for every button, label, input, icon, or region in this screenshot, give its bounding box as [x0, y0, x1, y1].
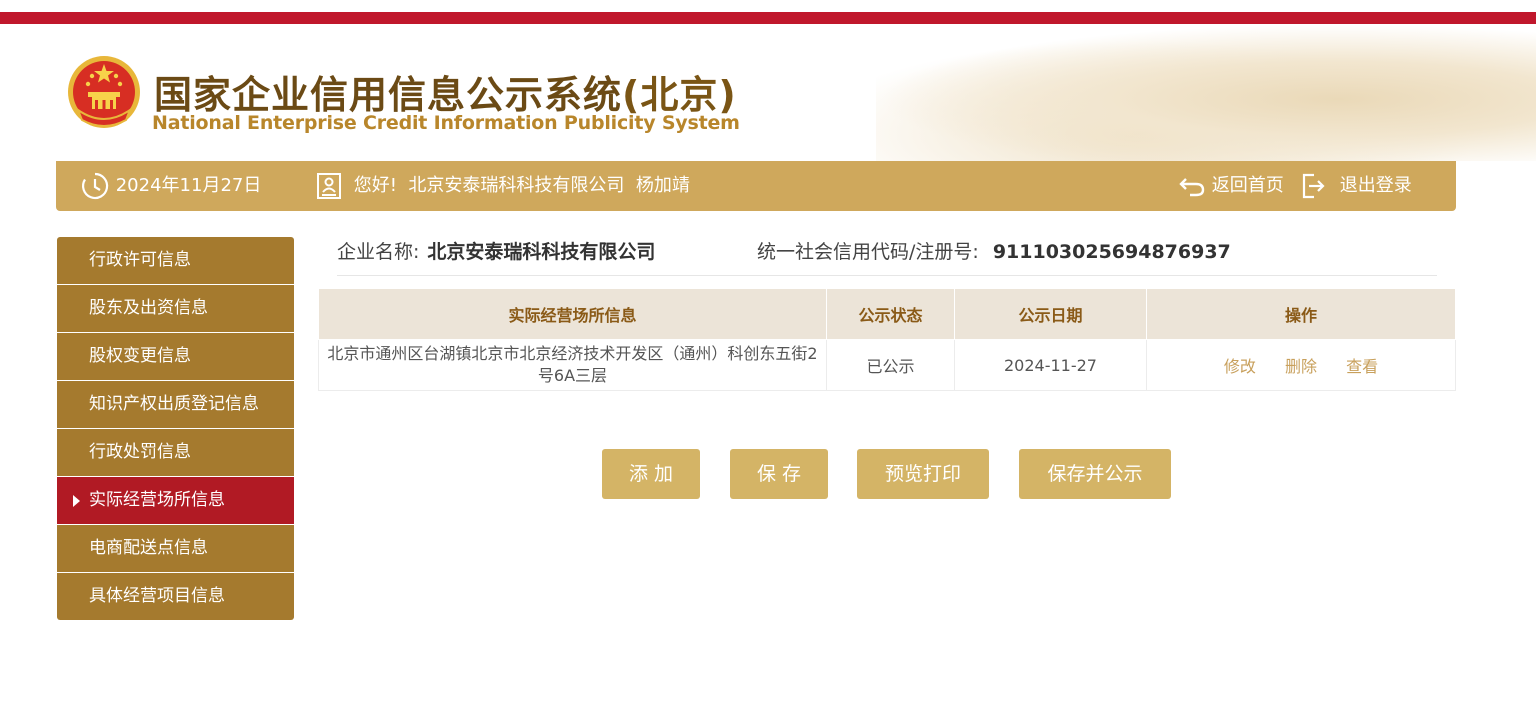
save-and-publish-button[interactable]: 保存并公示	[1019, 449, 1171, 499]
col-header-address: 实际经营场所信息	[318, 288, 827, 340]
add-button[interactable]: 添 加	[602, 449, 700, 499]
premises-table: 实际经营场所信息 公示状态 公示日期 操作 北京市通州区台湖镇北京市北京经济技术…	[318, 288, 1456, 391]
credit-code-field: 统一社会信用代码/注册号: 911103025694876937	[757, 237, 1231, 264]
site-header: 国家企业信用信息公示系统(北京) National Enterprise Cre…	[0, 24, 1536, 161]
clock-icon	[82, 172, 109, 200]
date-text: 2024年11月27日	[115, 175, 262, 196]
home-link-label: 返回首页	[1211, 175, 1284, 196]
col-header-actions: 操作	[1146, 288, 1456, 340]
greeting-text: 您好! 北京安泰瑞科科技有限公司 杨加靖	[353, 175, 690, 196]
credit-code-value: 911103025694876937	[992, 241, 1231, 263]
cell-address: 北京市通州区台湖镇北京市北京经济技术开发区（通州）科创东五街2号6A三层	[318, 339, 827, 391]
preview-print-button[interactable]: 预览打印	[857, 449, 989, 499]
logout-icon	[1302, 173, 1325, 199]
user-card-icon	[317, 173, 341, 199]
col-header-date: 公示日期	[954, 288, 1147, 340]
top-accent-bar	[0, 12, 1536, 24]
sidebar-item-ip-pledge[interactable]: 知识产权出质登记信息	[57, 381, 294, 429]
delete-link[interactable]: 删除	[1285, 357, 1317, 376]
table-row: 北京市通州区台湖镇北京市北京经济技术开发区（通州）科创东五街2号6A三层 已公示…	[318, 339, 1456, 391]
sidebar-item-business-premises[interactable]: 实际经营场所信息	[57, 477, 294, 525]
edit-link[interactable]: 修改	[1224, 357, 1256, 376]
sidebar-item-admin-license[interactable]: 行政许可信息	[57, 237, 294, 285]
cell-status: 已公示	[826, 339, 955, 391]
return-icon	[1179, 178, 1205, 197]
sidebar-item-shareholders[interactable]: 股东及出资信息	[57, 285, 294, 333]
cell-date: 2024-11-27	[954, 339, 1147, 391]
sidebar-item-equity-change[interactable]: 股权变更信息	[57, 333, 294, 381]
mountain-decoration	[876, 24, 1536, 161]
company-name-label: 企业名称:	[337, 241, 420, 263]
active-arrow-icon	[73, 495, 80, 507]
logout-link[interactable]: 退出登录	[1300, 161, 1412, 211]
sidebar-item-ecommerce-delivery[interactable]: 电商配送点信息	[57, 525, 294, 573]
sidebar-item-admin-penalty[interactable]: 行政处罚信息	[57, 429, 294, 477]
national-emblem-icon	[68, 56, 140, 128]
info-bar: 2024年11月27日 您好! 北京安泰瑞科科技有限公司 杨加靖 返回首页 退出…	[56, 161, 1456, 211]
company-info: 企业名称: 北京安泰瑞科科技有限公司 统一社会信用代码/注册号: 911103025…	[337, 237, 1437, 276]
table-header-row: 实际经营场所信息 公示状态 公示日期 操作	[318, 288, 1456, 340]
site-title-english: National Enterprise Credit Information P…	[152, 112, 740, 134]
view-link[interactable]: 查看	[1346, 357, 1378, 376]
date-display: 2024年11月27日	[80, 161, 261, 211]
cell-actions: 修改 删除 查看	[1146, 339, 1456, 391]
site-title: 国家企业信用信息公示系统(北京)	[154, 73, 737, 117]
user-greeting: 您好! 北京安泰瑞科科技有限公司 杨加靖	[316, 161, 690, 211]
save-button[interactable]: 保 存	[730, 449, 828, 499]
company-name-value: 北京安泰瑞科科技有限公司	[427, 241, 656, 263]
company-name-field: 企业名称: 北京安泰瑞科科技有限公司	[337, 237, 655, 264]
col-header-status: 公示状态	[826, 288, 955, 340]
logout-link-label: 退出登录	[1339, 175, 1412, 196]
home-link[interactable]: 返回首页	[1178, 161, 1284, 211]
sidebar-item-business-projects[interactable]: 具体经营项目信息	[57, 573, 294, 620]
sidebar-nav: 行政许可信息 股东及出资信息 股权变更信息 知识产权出质登记信息 行政处罚信息 …	[57, 237, 294, 620]
credit-code-label: 统一社会信用代码/注册号:	[757, 241, 979, 263]
